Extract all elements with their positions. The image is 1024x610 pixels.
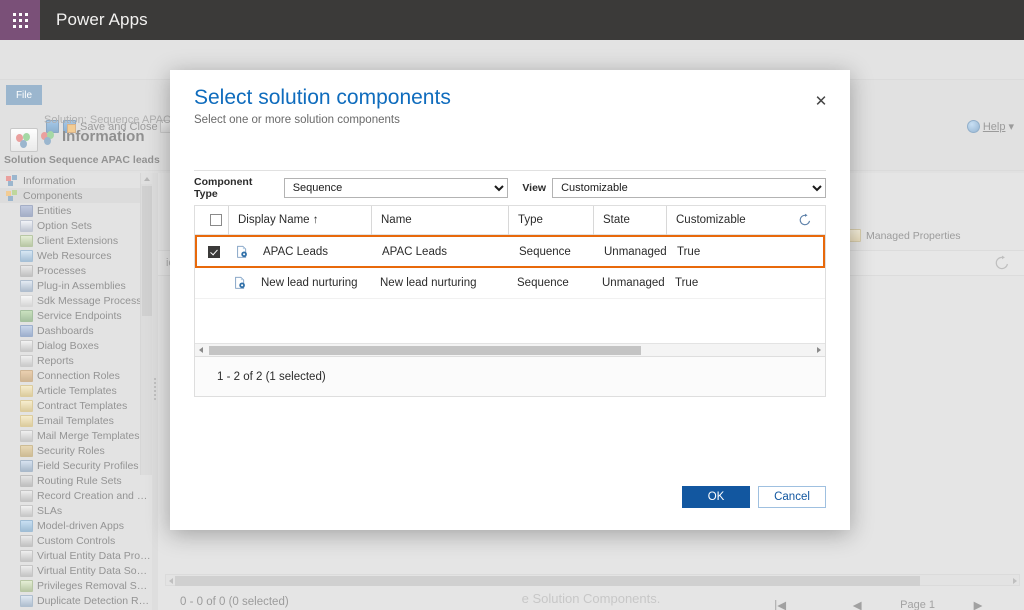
- app-title: Power Apps: [56, 10, 148, 29]
- cell-customizable: True: [675, 277, 699, 289]
- components-grid: Display Name ↑ Name Type State Customizable.…: [194, 205, 826, 357]
- row-checkbox[interactable]: [207, 245, 220, 258]
- cell-state: Unmanaged: [602, 277, 665, 289]
- row-checkbox[interactable]: [206, 277, 218, 289]
- chevron-left-icon: [199, 347, 203, 353]
- dialog-divider: [194, 170, 826, 171]
- waffle-grid: [12, 12, 28, 28]
- ok-button[interactable]: OK: [682, 486, 750, 508]
- grid-scroll-right-button[interactable]: [813, 347, 825, 353]
- cell-name: APAC Leads: [382, 245, 447, 258]
- sequence-icon: [237, 245, 247, 258]
- column-header-type[interactable]: Type: [508, 206, 593, 235]
- cell-display-name: New lead nurturing: [261, 277, 358, 289]
- column-header-customizable[interactable]: Customizable..: [666, 206, 746, 235]
- grid-scroll-left-button[interactable]: [195, 347, 207, 353]
- dialog-subtitle: Select one or more solution components: [194, 114, 400, 126]
- grid-header-row: Display Name ↑ Name Type State Customizable.…: [195, 206, 825, 235]
- cell-name: New lead nurturing: [380, 277, 477, 289]
- app-header: Power Apps: [0, 0, 1024, 40]
- cell-customizable: True: [677, 245, 701, 258]
- column-header-display-name[interactable]: Display Name ↑: [228, 206, 371, 235]
- grid-horizontal-scrollbar[interactable]: [195, 343, 825, 356]
- select-all-checkbox[interactable]: [210, 214, 222, 226]
- refresh-icon: [799, 213, 811, 226]
- screen: Power Apps File Save and Close Help ▾ So…: [0, 0, 1024, 610]
- cell-display-name: APAC Leads: [263, 245, 328, 258]
- column-header-name[interactable]: Name: [371, 206, 508, 235]
- select-solution-components-dialog: Select solution components Select one or…: [170, 70, 850, 530]
- grid-body: APAC Leads APAC Leads Sequence Unmanaged Tru…: [195, 235, 825, 327]
- app-launcher-icon[interactable]: [0, 0, 40, 40]
- close-icon[interactable]: ✕: [808, 88, 834, 114]
- dialog-title: Select solution components: [194, 86, 451, 109]
- view-label: View: [522, 182, 547, 194]
- row-select-cell: [197, 245, 230, 258]
- component-type-select[interactable]: Sequence: [283, 178, 509, 198]
- grid-footer: 1 - 2 of 2 (1 selected): [194, 357, 826, 397]
- component-type-label: Component Type: [194, 176, 253, 200]
- cancel-button[interactable]: Cancel: [758, 486, 826, 508]
- table-row[interactable]: APAC Leads APAC Leads Sequence Unmanaged Tru…: [195, 235, 825, 268]
- select-all-cell: [195, 206, 228, 235]
- row-icon-cell: [230, 245, 254, 259]
- grid-scrollbar-thumb[interactable]: [209, 345, 641, 355]
- row-select-cell: [195, 277, 228, 289]
- grid-record-count: 1 - 2 of 2 (1 selected): [217, 370, 326, 383]
- grid-refresh-button[interactable]: [785, 213, 825, 227]
- view-select[interactable]: Customizable: [552, 178, 826, 198]
- row-icon-cell: [228, 276, 252, 290]
- chevron-right-icon: [817, 347, 821, 353]
- column-header-state[interactable]: State: [593, 206, 666, 235]
- dialog-actions: OK Cancel: [682, 486, 826, 508]
- table-row[interactable]: New lead nurturing New lead nurturing Sequ…: [195, 268, 825, 299]
- cell-state: Unmanaged: [604, 245, 667, 258]
- sequence-icon: [235, 276, 245, 289]
- cell-type: Sequence: [519, 245, 571, 258]
- cell-type: Sequence: [517, 277, 569, 289]
- filter-bar: Component Type Sequence View Customizabl…: [194, 176, 826, 200]
